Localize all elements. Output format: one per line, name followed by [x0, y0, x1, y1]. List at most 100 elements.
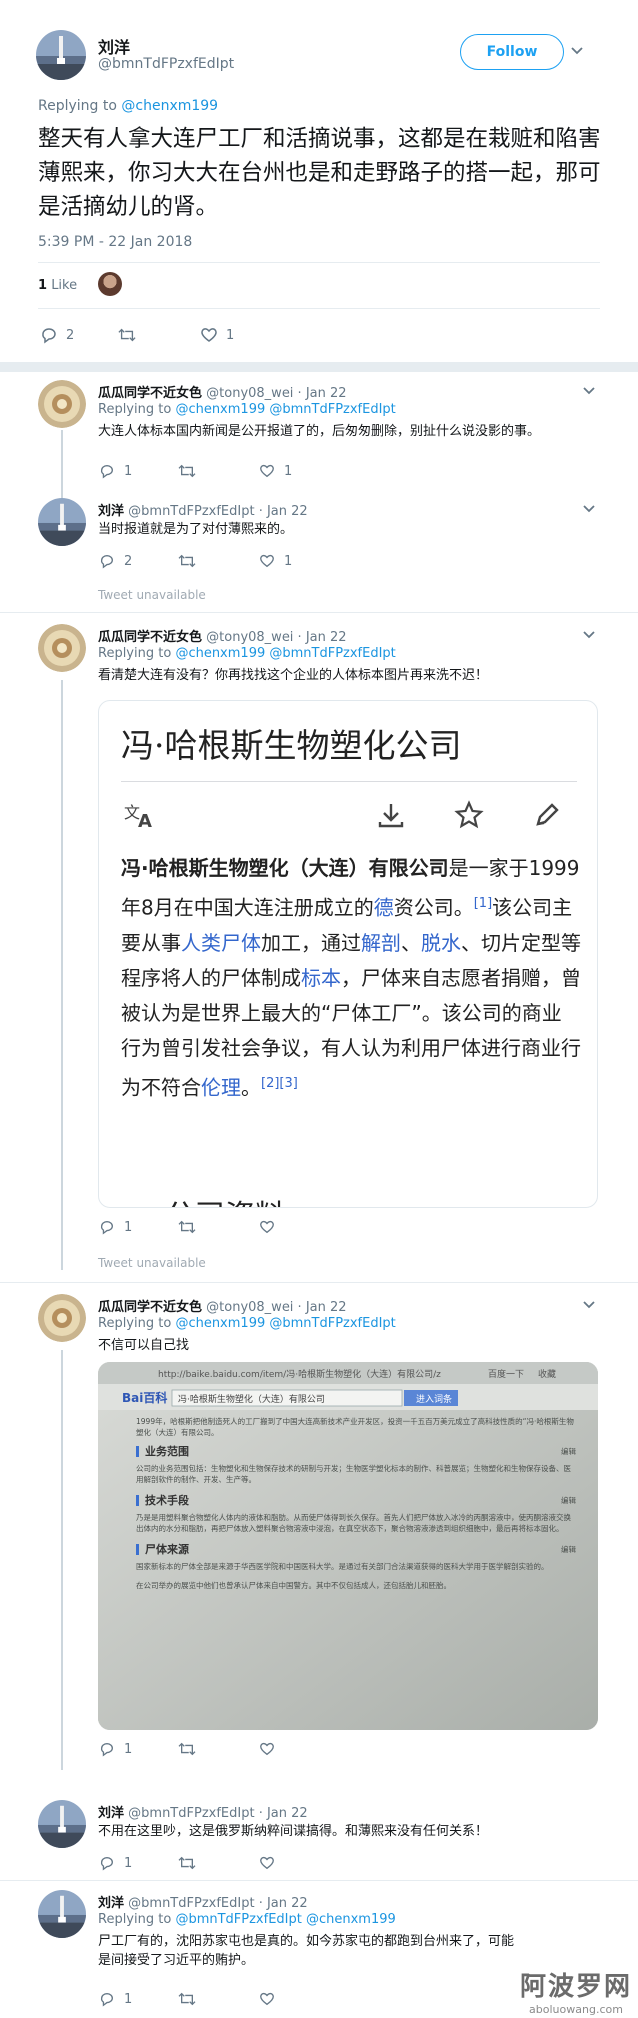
- tweet-unavailable: Tweet unavailable: [98, 1256, 206, 1270]
- baidu-logo: Bai百科: [122, 1390, 167, 1405]
- author-name[interactable]: 刘洋: [98, 1896, 124, 1911]
- avatar[interactable]: [38, 380, 86, 428]
- wiki-link: 解剖: [361, 930, 401, 955]
- replying-prefix: Replying to: [98, 402, 172, 417]
- reply-text: 大连人体标本国内新闻是公开报道了的，后匆匆删除，别扯什么说没影的事。: [98, 424, 541, 439]
- like-count: 1: [284, 553, 293, 569]
- author-handle[interactable]: @bmnTdFPzxfEdIpt · Jan 22: [128, 504, 308, 519]
- watermark-title: 阿波罗网: [520, 1972, 633, 2002]
- star-icon: [449, 795, 489, 835]
- retweet-button[interactable]: [178, 462, 196, 480]
- thread-line: [61, 1350, 63, 1770]
- reply-button[interactable]: 2: [98, 552, 132, 570]
- baidu-search-query: 冯·哈根斯生物塑化（大连）有限公司: [178, 1393, 325, 1405]
- author-name[interactable]: 刘洋: [98, 504, 124, 519]
- wiki-link: 标本: [301, 965, 341, 990]
- section-divider: [0, 362, 638, 372]
- like-button[interactable]: [258, 1990, 276, 2008]
- divider: [0, 1880, 638, 1881]
- retweet-button[interactable]: [178, 552, 196, 570]
- author-name[interactable]: 瓜瓜同学不近女色: [98, 1300, 202, 1315]
- replying-prefix: Replying to: [98, 646, 172, 661]
- retweet-button[interactable]: [178, 1218, 196, 1236]
- like-button[interactable]: 1: [200, 326, 234, 344]
- replying-to: Replying to @bmnTdFPzxfEdIpt @chenxm199: [98, 1912, 396, 1927]
- replying-to: Replying to @chenxm199: [38, 98, 218, 114]
- author-handle[interactable]: @bmnTdFPzxfEdIpt · Jan 22: [128, 1896, 308, 1911]
- tweet-timestamp[interactable]: 5:39 PM - 22 Jan 2018: [38, 234, 192, 250]
- like-button[interactable]: [258, 1218, 276, 1236]
- mention-link[interactable]: @bmnTdFPzxfEdIpt @chenxm199: [175, 1912, 395, 1927]
- reply-button[interactable]: 1: [98, 1218, 132, 1236]
- author-name[interactable]: 瓜瓜同学不近女色: [98, 386, 202, 401]
- reply-button[interactable]: 1: [98, 1854, 132, 1872]
- avatar[interactable]: [38, 1294, 86, 1342]
- mention-link[interactable]: @chenxm199: [121, 98, 218, 114]
- wiki-text: 。: [241, 1075, 261, 1100]
- avatar[interactable]: [38, 1800, 86, 1848]
- author-handle[interactable]: @tony08_wei · Jan 22: [206, 386, 346, 401]
- mention-link[interactable]: @chenxm199 @bmnTdFPzxfEdIpt: [175, 646, 395, 661]
- replying-prefix: Replying to: [98, 1912, 172, 1927]
- chevron-down-icon[interactable]: [570, 44, 584, 58]
- avatar[interactable]: [38, 624, 86, 672]
- reply-button[interactable]: 2: [40, 326, 74, 344]
- retweet-button[interactable]: [178, 1854, 196, 1872]
- likes-stat[interactable]: 1 Like: [38, 278, 77, 293]
- chevron-down-icon[interactable]: [582, 1298, 596, 1312]
- browser-bookmark: 收藏: [538, 1368, 556, 1380]
- avatar[interactable]: [38, 498, 86, 546]
- wiki-link: 脱水: [421, 930, 461, 955]
- retweet-icon: [178, 552, 196, 570]
- section-title: 技术手段: [136, 1495, 189, 1506]
- reply-header: 刘洋 @bmnTdFPzxfEdIpt · Jan 22: [98, 1802, 308, 1821]
- likes-count: 1: [38, 278, 48, 293]
- retweet-button[interactable]: [178, 1990, 196, 2008]
- wiki-text: 、: [401, 930, 421, 955]
- reply-icon: [40, 326, 58, 344]
- follow-button[interactable]: Follow: [460, 34, 564, 70]
- edit-label: 编辑: [561, 1545, 576, 1554]
- reply-text: 看清楚大连有没有？你再找找这个企业的人体标本图片再来洗不迟！: [98, 668, 489, 683]
- like-button[interactable]: [258, 1854, 276, 1872]
- liker-avatar[interactable]: [98, 272, 122, 296]
- section-text: 国家新标本的尸体全部是来源于华西医学院和中国医科大学。是通过有关部门合法渠道获得…: [136, 1562, 549, 1571]
- mention-link[interactable]: @chenxm199 @bmnTdFPzxfEdIpt: [175, 402, 395, 417]
- heart-icon: [258, 1990, 276, 2008]
- reply-button[interactable]: 1: [98, 462, 132, 480]
- reply-text: 不信可以自己找: [98, 1338, 190, 1353]
- author-handle[interactable]: @tony08_wei · Jan 22: [206, 1300, 346, 1315]
- like-button[interactable]: [258, 1740, 276, 1758]
- mention-link[interactable]: @chenxm199 @bmnTdFPzxfEdIpt: [175, 1316, 395, 1331]
- reply-icon: [98, 1218, 116, 1236]
- author-handle[interactable]: @tony08_wei · Jan 22: [206, 630, 346, 645]
- heart-icon: [200, 326, 218, 344]
- author-handle[interactable]: @bmnTdFPzxfEdIpt · Jan 22: [128, 1806, 308, 1821]
- reply-button[interactable]: 1: [98, 1990, 132, 2008]
- retweet-button[interactable]: [118, 326, 144, 344]
- chevron-down-icon[interactable]: [582, 628, 596, 642]
- retweet-icon: [178, 1990, 196, 2008]
- wiki-paragraph: 冯·哈根斯生物塑化（大连）有限公司是一家于1999年8月在中国大连注册成立的德资…: [121, 851, 581, 1105]
- like-button[interactable]: 1: [258, 552, 292, 570]
- author-handle[interactable]: @bmnTdFPzxfEdIpt: [98, 56, 234, 72]
- avatar[interactable]: [36, 30, 86, 80]
- baidu-photo[interactable]: http://baike.baidu.com/item/冯·哈根斯生物塑化（大连…: [98, 1362, 598, 1730]
- avatar[interactable]: [38, 1890, 86, 1938]
- chevron-down-icon[interactable]: [582, 384, 596, 398]
- retweet-button[interactable]: [178, 1740, 196, 1758]
- like-button[interactable]: 1: [258, 462, 292, 480]
- wiki-screenshot-card[interactable]: 冯·哈根斯生物塑化公司 文A 冯·哈根斯生物塑化（大连）有限公司是一家于1999…: [98, 700, 598, 1208]
- reply-header: 瓜瓜同学不近女色 @tony08_wei · Jan 22: [98, 382, 347, 401]
- edit-label: 编辑: [561, 1447, 576, 1456]
- wiki-link: 德: [373, 895, 394, 920]
- author-name[interactable]: 瓜瓜同学不近女色: [98, 630, 202, 645]
- author-name[interactable]: 刘洋: [98, 1806, 124, 1821]
- author-name[interactable]: 刘洋: [98, 34, 130, 58]
- divider: [38, 308, 600, 309]
- reply-icon: [98, 1740, 116, 1758]
- chevron-down-icon[interactable]: [582, 502, 596, 516]
- wiki-rule: [121, 781, 577, 782]
- reply-icon: [98, 1854, 116, 1872]
- reply-button[interactable]: 1: [98, 1740, 132, 1758]
